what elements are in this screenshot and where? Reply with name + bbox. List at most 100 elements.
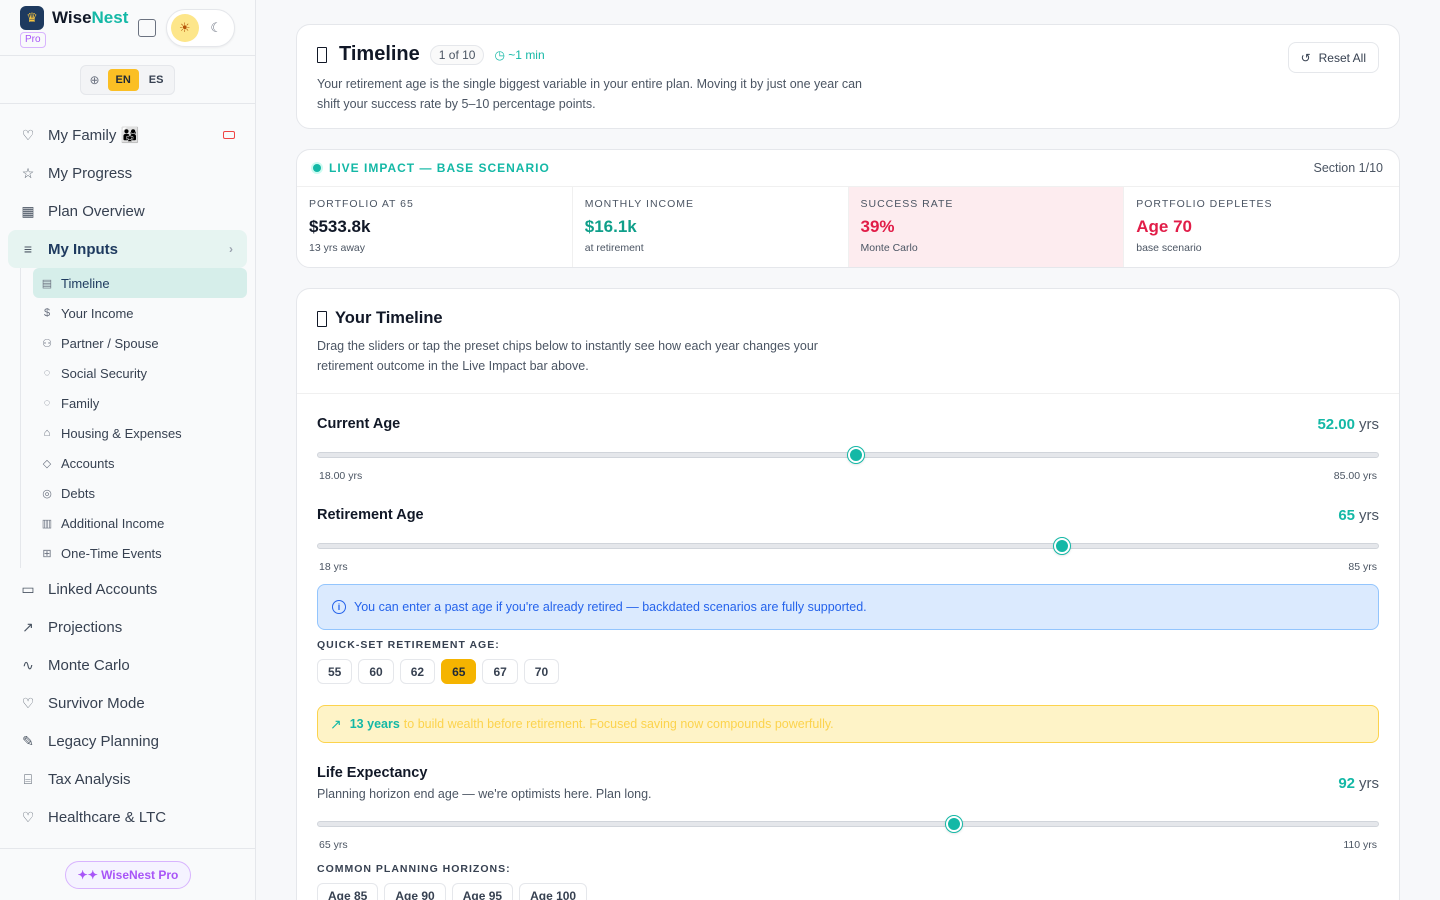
nav-item-my-progress[interactable]: ☆ My Progress bbox=[8, 154, 247, 192]
chip-60[interactable]: 60 bbox=[358, 659, 394, 684]
subnav-item-additional-income[interactable]: ▥ Additional Income bbox=[33, 508, 247, 538]
dollar-icon: $ bbox=[43, 307, 51, 319]
nav-item-tax-analysis[interactable]: ⌸ Tax Analysis bbox=[8, 760, 247, 798]
sidebar-collapse-icon[interactable] bbox=[138, 19, 156, 37]
step-badge: 1 of 10 bbox=[429, 44, 485, 65]
slider-thumb[interactable] bbox=[1053, 538, 1070, 554]
language-switcher: ⊕ EN ES bbox=[79, 64, 176, 95]
retirement-age-slider[interactable] bbox=[317, 538, 1379, 554]
family-icon: ◌ bbox=[43, 397, 51, 409]
horizons-label: COMMON PLANNING HORIZONS: bbox=[317, 863, 511, 875]
nav-item-survivor-mode[interactable]: ♡ Survivor Mode bbox=[8, 684, 247, 722]
nav-label: Monte Carlo bbox=[48, 656, 130, 674]
sliders-icon: ≡ bbox=[23, 241, 33, 257]
home-icon: ⌂ bbox=[43, 427, 51, 439]
chip-70[interactable]: 70 bbox=[523, 659, 560, 684]
subnav-item-partner[interactable]: ⚇ Partner / Spouse bbox=[33, 328, 247, 358]
nav-label: My Inputs bbox=[48, 240, 118, 258]
range-max: 85.00 yrs bbox=[1333, 470, 1377, 482]
chip-67[interactable]: 67 bbox=[482, 659, 518, 684]
subnav-label: Accounts bbox=[61, 455, 115, 471]
subnav-item-debts[interactable]: ◎ Debts bbox=[33, 478, 247, 508]
chip-55[interactable]: 55 bbox=[317, 659, 353, 684]
years-to-retirement-banner: ↗ 13 years to build wealth before retire… bbox=[317, 705, 1379, 743]
chip-62[interactable]: 62 bbox=[399, 659, 436, 684]
sidebar: ♛ WiseNest Pro ☀ ☾ ⊕ EN ES ♡ My Family 👨… bbox=[0, 0, 256, 900]
nav-item-projections[interactable]: ↗ Projections bbox=[8, 608, 247, 646]
slider-thumb[interactable] bbox=[946, 816, 962, 832]
page-title: Timeline bbox=[339, 43, 420, 65]
sun-icon[interactable]: ☀ bbox=[171, 14, 199, 42]
impact-metrics: PORTFOLIO AT 65 $533.8k 13 yrs away MONT… bbox=[297, 187, 1399, 267]
metric-label: PORTFOLIO DEPLETES bbox=[1136, 198, 1273, 210]
subnav-label: Social Security bbox=[61, 365, 147, 381]
globe-icon: ⊕ bbox=[89, 72, 100, 87]
logo-icon: ♛ bbox=[20, 6, 44, 30]
sidebar-footer: ✦✦ WiseNest Pro bbox=[0, 848, 255, 900]
theme-toggle[interactable]: ☀ ☾ bbox=[166, 9, 235, 47]
briefcase-icon: ▥ bbox=[41, 517, 53, 530]
nav-label: Survivor Mode bbox=[48, 694, 145, 712]
moon-icon[interactable]: ☾ bbox=[203, 14, 231, 42]
brand-name[interactable]: WiseNest bbox=[52, 8, 128, 28]
field-value: 65 yrs bbox=[1338, 507, 1379, 524]
subnav-item-social-security[interactable]: ◌ Social Security bbox=[33, 358, 247, 388]
subnav-item-your-income[interactable]: $ Your Income bbox=[33, 298, 247, 328]
quick-set-chips: 55 60 62 65 67 70 bbox=[317, 659, 560, 684]
subnav-item-family[interactable]: ◌ Family bbox=[33, 388, 247, 418]
piggy-bank-icon: ◇ bbox=[42, 457, 52, 470]
chip-65[interactable]: 65 bbox=[441, 659, 477, 684]
subnav-label: Timeline bbox=[61, 275, 110, 291]
current-age-field: Current Age 52.00 yrs 18.00 yrs 85.00 yrs bbox=[317, 416, 1379, 486]
timeline-description: Drag the sliders or tap the preset chips… bbox=[317, 339, 818, 373]
duration-badge: ◷ ~1 min bbox=[494, 47, 545, 62]
field-label: Retirement Age bbox=[317, 507, 424, 523]
reset-label: Reset All bbox=[1318, 50, 1366, 65]
range-max: 110 yrs bbox=[1343, 839, 1377, 851]
star-icon: ☆ bbox=[21, 164, 35, 181]
current-age-slider[interactable] bbox=[317, 447, 1379, 463]
life-expectancy-slider[interactable] bbox=[317, 816, 1379, 832]
nav-item-healthcare[interactable]: ♡ Healthcare & LTC bbox=[8, 798, 247, 836]
nav-item-my-inputs[interactable]: ≡ My Inputs › bbox=[8, 230, 247, 268]
brand-row: ♛ WiseNest Pro ☀ ☾ bbox=[0, 0, 255, 56]
users-icon: ⚇ bbox=[42, 337, 52, 350]
reset-all-button[interactable]: ↺ Reset All bbox=[1287, 42, 1379, 73]
subnav-label: Partner / Spouse bbox=[61, 335, 159, 351]
header-card: Timeline 1 of 10 ◷ ~1 min Your retiremen… bbox=[296, 24, 1400, 129]
subnav-label: Debts bbox=[61, 485, 95, 501]
life-expectancy-field: Life Expectancy Planning horizon end age… bbox=[317, 765, 1379, 855]
upgrade-pro-button[interactable]: ✦✦ WiseNest Pro bbox=[64, 860, 192, 889]
metric-sub: Monte Carlo bbox=[860, 242, 918, 254]
heart-pulse-icon: ♡ bbox=[21, 808, 35, 825]
field-value: 92 yrs bbox=[1338, 775, 1379, 792]
metric-label: MONTHLY INCOME bbox=[584, 198, 695, 210]
horizon-chips: Age 85 Age 90 Age 95 Age 100 bbox=[317, 883, 588, 900]
metric-value: $533.8k bbox=[309, 217, 371, 236]
chip-age-100[interactable]: Age 100 bbox=[519, 883, 588, 900]
chip-age-85[interactable]: Age 85 bbox=[317, 883, 379, 900]
metric-sub: at retirement bbox=[584, 242, 644, 254]
nav-item-monte-carlo[interactable]: ∿ Monte Carlo bbox=[8, 646, 247, 684]
lang-en-button[interactable]: EN bbox=[107, 68, 139, 91]
nav-item-my-family[interactable]: ♡ My Family 👨‍👩‍👧 bbox=[8, 116, 247, 154]
slider-thumb[interactable] bbox=[847, 447, 864, 463]
nav-item-legacy-planning[interactable]: ✎ Legacy Planning bbox=[8, 722, 247, 760]
debt-icon: ◎ bbox=[42, 487, 52, 500]
chip-age-90[interactable]: Age 90 bbox=[384, 883, 446, 900]
subnav-item-accounts[interactable]: ◇ Accounts bbox=[33, 448, 247, 478]
live-impact-card: LIVE IMPACT — BASE SCENARIO Section 1/10… bbox=[296, 149, 1400, 268]
trend-up-icon: ↗ bbox=[22, 618, 34, 635]
nav-item-plan-overview[interactable]: ▦ Plan Overview bbox=[8, 192, 247, 230]
subnav-item-one-time-events[interactable]: ⊞ One-Time Events bbox=[33, 538, 247, 568]
nav-item-linked-accounts[interactable]: ▭ Linked Accounts bbox=[8, 570, 247, 608]
lang-es-button[interactable]: ES bbox=[141, 69, 172, 91]
chip-age-95[interactable]: Age 95 bbox=[451, 883, 514, 900]
nav-label: Plan Overview bbox=[48, 202, 145, 220]
alert-badge-icon bbox=[223, 131, 235, 139]
subnav-item-housing[interactable]: ⌂ Housing & Expenses bbox=[33, 418, 247, 448]
field-sub: Planning horizon end age — we're optimis… bbox=[317, 787, 652, 801]
subnav-item-timeline[interactable]: ▤ Timeline bbox=[33, 268, 247, 298]
heart-icon: ♡ bbox=[21, 126, 35, 143]
activity-icon: ∿ bbox=[22, 656, 34, 673]
